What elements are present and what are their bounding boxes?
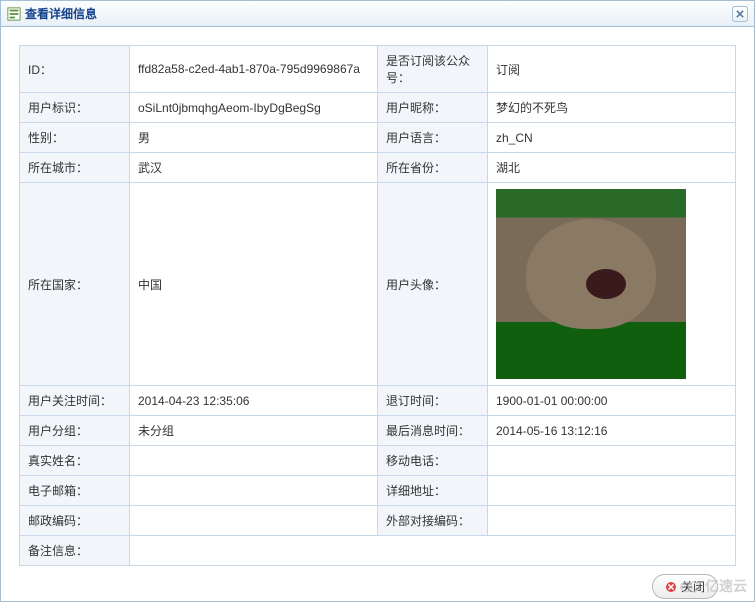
label-city: 所在城市：	[20, 153, 130, 183]
value-province: 湖北	[488, 153, 736, 183]
detail-table: ID： ffd82a58-c2ed-4ab1-870a-795d9969867a…	[19, 45, 736, 566]
value-unsubscribe-time: 1900-01-01 00:00:00	[488, 386, 736, 416]
table-row: 所在国家： 中国 用户头像：	[20, 183, 736, 386]
value-mobile	[488, 446, 736, 476]
label-avatar: 用户头像：	[378, 183, 488, 386]
value-city: 武汉	[130, 153, 378, 183]
value-last-msg-time: 2014-05-16 13:12:16	[488, 416, 736, 446]
label-gender: 性别：	[20, 123, 130, 153]
label-id: ID：	[20, 46, 130, 93]
label-last-msg-time: 最后消息时间：	[378, 416, 488, 446]
dialog-footer: 关闭	[19, 566, 736, 599]
value-language: zh_CN	[488, 123, 736, 153]
label-unsubscribe-time: 退订时间：	[378, 386, 488, 416]
label-subscribed: 是否订阅该公众号：	[378, 46, 488, 93]
table-row: 备注信息：	[20, 536, 736, 566]
label-nickname: 用户昵称：	[378, 93, 488, 123]
close-icon	[665, 581, 677, 593]
table-row: 所在城市： 武汉 所在省份： 湖北	[20, 153, 736, 183]
value-nickname: 梦幻的不死鸟	[488, 93, 736, 123]
value-openid: oSiLnt0jbmqhgAeom-IbyDgBegSg	[130, 93, 378, 123]
label-remark: 备注信息：	[20, 536, 130, 566]
value-avatar	[488, 183, 736, 386]
value-remark	[130, 536, 736, 566]
label-subscribe-time: 用户关注时间：	[20, 386, 130, 416]
table-row: 用户关注时间： 2014-04-23 12:35:06 退订时间： 1900-0…	[20, 386, 736, 416]
dialog-body: ID： ffd82a58-c2ed-4ab1-870a-795d9969867a…	[1, 27, 754, 609]
dialog-title: 查看详细信息	[25, 5, 97, 22]
label-realname: 真实姓名：	[20, 446, 130, 476]
label-province: 所在省份：	[378, 153, 488, 183]
value-group: 未分组	[130, 416, 378, 446]
label-group: 用户分组：	[20, 416, 130, 446]
avatar-image	[496, 189, 686, 379]
watermark: 亿速云	[679, 576, 747, 596]
form-icon	[7, 7, 21, 21]
table-row: 邮政编码： 外部对接编码：	[20, 506, 736, 536]
label-postcode: 邮政编码：	[20, 506, 130, 536]
close-icon	[736, 10, 744, 18]
table-row: 用户标识： oSiLnt0jbmqhgAeom-IbyDgBegSg 用户昵称：…	[20, 93, 736, 123]
value-subscribe-time: 2014-04-23 12:35:06	[130, 386, 378, 416]
value-id: ffd82a58-c2ed-4ab1-870a-795d9969867a	[130, 46, 378, 93]
label-address: 详细地址：	[378, 476, 488, 506]
table-row: ID： ffd82a58-c2ed-4ab1-870a-795d9969867a…	[20, 46, 736, 93]
table-row: 性别： 男 用户语言： zh_CN	[20, 123, 736, 153]
label-language: 用户语言：	[378, 123, 488, 153]
label-country: 所在国家：	[20, 183, 130, 386]
titlebar-left: 查看详细信息	[7, 5, 97, 22]
value-email	[130, 476, 378, 506]
value-realname	[130, 446, 378, 476]
dialog-titlebar: 查看详细信息	[1, 1, 754, 27]
value-external-code	[488, 506, 736, 536]
value-gender: 男	[130, 123, 378, 153]
label-email: 电子邮箱：	[20, 476, 130, 506]
watermark-text: 亿速云	[705, 576, 747, 596]
value-postcode	[130, 506, 378, 536]
value-address	[488, 476, 736, 506]
cloud-icon	[679, 579, 701, 593]
value-subscribed: 订阅	[488, 46, 736, 93]
dialog-close-button[interactable]	[732, 6, 748, 22]
table-row: 电子邮箱： 详细地址：	[20, 476, 736, 506]
detail-dialog: 查看详细信息 ID： ffd82a58-c2ed-4ab1-870a-795d9…	[0, 0, 755, 602]
table-row: 用户分组： 未分组 最后消息时间： 2014-05-16 13:12:16	[20, 416, 736, 446]
label-external-code: 外部对接编码：	[378, 506, 488, 536]
label-openid: 用户标识：	[20, 93, 130, 123]
value-country: 中国	[130, 183, 378, 386]
label-mobile: 移动电话：	[378, 446, 488, 476]
table-row: 真实姓名： 移动电话：	[20, 446, 736, 476]
